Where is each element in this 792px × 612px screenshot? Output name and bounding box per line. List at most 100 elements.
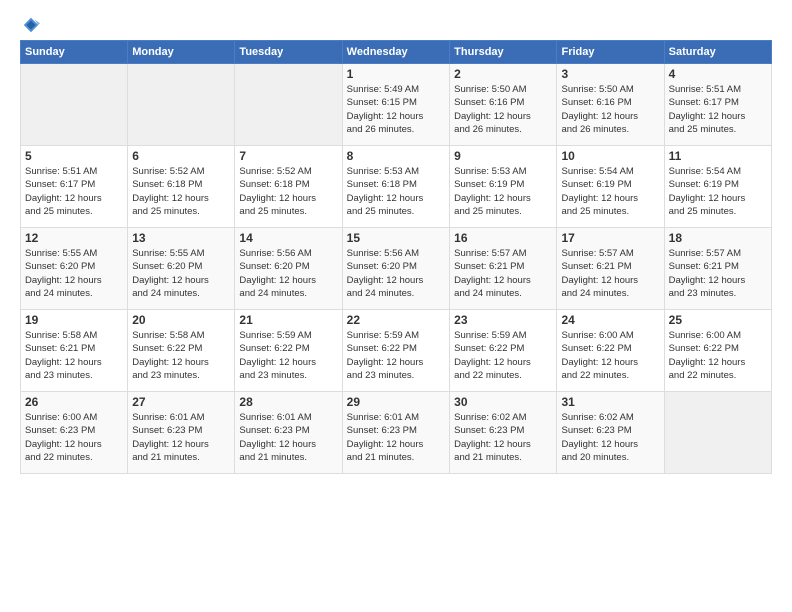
day-number: 22	[347, 313, 445, 327]
day-info: Sunrise: 5:56 AM Sunset: 6:20 PM Dayligh…	[239, 247, 337, 300]
day-info: Sunrise: 5:57 AM Sunset: 6:21 PM Dayligh…	[561, 247, 659, 300]
logo	[20, 16, 42, 34]
calendar-cell	[21, 64, 128, 146]
page: SundayMondayTuesdayWednesdayThursdayFrid…	[0, 0, 792, 612]
calendar-cell: 5 Sunrise: 5:51 AM Sunset: 6:17 PM Daylig…	[21, 146, 128, 228]
day-info: Sunrise: 5:55 AM Sunset: 6:20 PM Dayligh…	[132, 247, 230, 300]
header	[20, 16, 772, 34]
day-number: 20	[132, 313, 230, 327]
day-number: 13	[132, 231, 230, 245]
day-info: Sunrise: 5:59 AM Sunset: 6:22 PM Dayligh…	[347, 329, 445, 382]
day-info: Sunrise: 5:58 AM Sunset: 6:21 PM Dayligh…	[25, 329, 123, 382]
calendar-week-row: 26Sunrise: 6:00 AM Sunset: 6:23 PM Dayli…	[21, 392, 772, 474]
calendar-week-row: 5 Sunrise: 5:51 AM Sunset: 6:17 PM Daylig…	[21, 146, 772, 228]
day-info: Sunrise: 6:01 AM Sunset: 6:23 PM Dayligh…	[347, 411, 445, 464]
day-number: 6	[132, 149, 230, 163]
day-number: 15	[347, 231, 445, 245]
calendar-header-row: SundayMondayTuesdayWednesdayThursdayFrid…	[21, 41, 772, 64]
calendar-cell: 3Sunrise: 5:50 AM Sunset: 6:16 PM Daylig…	[557, 64, 664, 146]
day-info: Sunrise: 6:00 AM Sunset: 6:22 PM Dayligh…	[561, 329, 659, 382]
day-number: 23	[454, 313, 552, 327]
day-info: Sunrise: 5:58 AM Sunset: 6:22 PM Dayligh…	[132, 329, 230, 382]
day-number: 10	[561, 149, 659, 163]
day-number: 4	[669, 67, 767, 81]
calendar-cell: 11Sunrise: 5:54 AM Sunset: 6:19 PM Dayli…	[664, 146, 771, 228]
calendar-cell: 26Sunrise: 6:00 AM Sunset: 6:23 PM Dayli…	[21, 392, 128, 474]
calendar-table: SundayMondayTuesdayWednesdayThursdayFrid…	[20, 40, 772, 474]
calendar-cell: 2Sunrise: 5:50 AM Sunset: 6:16 PM Daylig…	[450, 64, 557, 146]
day-info: Sunrise: 5:54 AM Sunset: 6:19 PM Dayligh…	[561, 165, 659, 218]
day-number: 19	[25, 313, 123, 327]
calendar-cell: 19 Sunrise: 5:58 AM Sunset: 6:21 PM Dayli…	[21, 310, 128, 392]
day-number: 31	[561, 395, 659, 409]
calendar-cell: 4 Sunrise: 5:51 AM Sunset: 6:17 PM Daylig…	[664, 64, 771, 146]
calendar-cell: 1 Sunrise: 5:49 AM Sunset: 6:15 PM Daylig…	[342, 64, 449, 146]
calendar-cell: 31 Sunrise: 6:02 AM Sunset: 6:23 PM Dayli…	[557, 392, 664, 474]
calendar-cell: 7 Sunrise: 5:52 AM Sunset: 6:18 PM Daylig…	[235, 146, 342, 228]
calendar-cell: 13 Sunrise: 5:55 AM Sunset: 6:20 PM Dayli…	[128, 228, 235, 310]
day-info: Sunrise: 6:01 AM Sunset: 6:23 PM Dayligh…	[132, 411, 230, 464]
weekday-header: Sunday	[21, 41, 128, 64]
calendar-cell: 21 Sunrise: 5:59 AM Sunset: 6:22 PM Dayli…	[235, 310, 342, 392]
day-info: Sunrise: 5:55 AM Sunset: 6:20 PM Dayligh…	[25, 247, 123, 300]
calendar-cell: 28Sunrise: 6:01 AM Sunset: 6:23 PM Dayli…	[235, 392, 342, 474]
calendar-cell: 20 Sunrise: 5:58 AM Sunset: 6:22 PM Dayli…	[128, 310, 235, 392]
day-info: Sunrise: 5:52 AM Sunset: 6:18 PM Dayligh…	[132, 165, 230, 218]
day-info: Sunrise: 5:49 AM Sunset: 6:15 PM Dayligh…	[347, 83, 445, 136]
day-number: 25	[669, 313, 767, 327]
day-info: Sunrise: 6:02 AM Sunset: 6:23 PM Dayligh…	[454, 411, 552, 464]
weekday-header: Thursday	[450, 41, 557, 64]
day-info: Sunrise: 5:53 AM Sunset: 6:18 PM Dayligh…	[347, 165, 445, 218]
day-info: Sunrise: 5:59 AM Sunset: 6:22 PM Dayligh…	[239, 329, 337, 382]
day-info: Sunrise: 5:57 AM Sunset: 6:21 PM Dayligh…	[454, 247, 552, 300]
day-number: 27	[132, 395, 230, 409]
day-number: 14	[239, 231, 337, 245]
day-info: Sunrise: 5:52 AM Sunset: 6:18 PM Dayligh…	[239, 165, 337, 218]
day-number: 2	[454, 67, 552, 81]
day-info: Sunrise: 5:51 AM Sunset: 6:17 PM Dayligh…	[669, 83, 767, 136]
day-number: 24	[561, 313, 659, 327]
day-number: 29	[347, 395, 445, 409]
day-number: 17	[561, 231, 659, 245]
day-number: 11	[669, 149, 767, 163]
day-number: 5	[25, 149, 123, 163]
calendar-cell	[128, 64, 235, 146]
calendar-cell: 30 Sunrise: 6:02 AM Sunset: 6:23 PM Dayli…	[450, 392, 557, 474]
weekday-header: Saturday	[664, 41, 771, 64]
calendar-cell	[664, 392, 771, 474]
day-number: 9	[454, 149, 552, 163]
day-number: 30	[454, 395, 552, 409]
weekday-header: Tuesday	[235, 41, 342, 64]
calendar-cell: 17 Sunrise: 5:57 AM Sunset: 6:21 PM Dayli…	[557, 228, 664, 310]
day-info: Sunrise: 6:02 AM Sunset: 6:23 PM Dayligh…	[561, 411, 659, 464]
day-number: 3	[561, 67, 659, 81]
calendar-cell: 6 Sunrise: 5:52 AM Sunset: 6:18 PM Daylig…	[128, 146, 235, 228]
calendar-week-row: 12 Sunrise: 5:55 AM Sunset: 6:20 PM Dayli…	[21, 228, 772, 310]
day-number: 7	[239, 149, 337, 163]
day-info: Sunrise: 5:57 AM Sunset: 6:21 PM Dayligh…	[669, 247, 767, 300]
day-number: 1	[347, 67, 445, 81]
calendar-cell: 14 Sunrise: 5:56 AM Sunset: 6:20 PM Dayli…	[235, 228, 342, 310]
day-number: 18	[669, 231, 767, 245]
calendar-week-row: 19 Sunrise: 5:58 AM Sunset: 6:21 PM Dayli…	[21, 310, 772, 392]
logo-icon	[22, 16, 40, 34]
calendar-cell: 25 Sunrise: 6:00 AM Sunset: 6:22 PM Dayli…	[664, 310, 771, 392]
day-number: 28	[239, 395, 337, 409]
day-info: Sunrise: 5:51 AM Sunset: 6:17 PM Dayligh…	[25, 165, 123, 218]
day-number: 12	[25, 231, 123, 245]
calendar-cell: 22 Sunrise: 5:59 AM Sunset: 6:22 PM Dayli…	[342, 310, 449, 392]
calendar-cell: 23Sunrise: 5:59 AM Sunset: 6:22 PM Dayli…	[450, 310, 557, 392]
weekday-header: Friday	[557, 41, 664, 64]
weekday-header: Monday	[128, 41, 235, 64]
calendar-cell: 9Sunrise: 5:53 AM Sunset: 6:19 PM Daylig…	[450, 146, 557, 228]
calendar-cell: 10 Sunrise: 5:54 AM Sunset: 6:19 PM Dayli…	[557, 146, 664, 228]
calendar-week-row: 1 Sunrise: 5:49 AM Sunset: 6:15 PM Daylig…	[21, 64, 772, 146]
calendar-cell: 16Sunrise: 5:57 AM Sunset: 6:21 PM Dayli…	[450, 228, 557, 310]
calendar-cell: 18 Sunrise: 5:57 AM Sunset: 6:21 PM Dayli…	[664, 228, 771, 310]
calendar-cell: 12 Sunrise: 5:55 AM Sunset: 6:20 PM Dayli…	[21, 228, 128, 310]
day-number: 8	[347, 149, 445, 163]
calendar-cell: 24 Sunrise: 6:00 AM Sunset: 6:22 PM Dayli…	[557, 310, 664, 392]
day-info: Sunrise: 6:00 AM Sunset: 6:22 PM Dayligh…	[669, 329, 767, 382]
day-number: 21	[239, 313, 337, 327]
calendar-cell: 27 Sunrise: 6:01 AM Sunset: 6:23 PM Dayli…	[128, 392, 235, 474]
